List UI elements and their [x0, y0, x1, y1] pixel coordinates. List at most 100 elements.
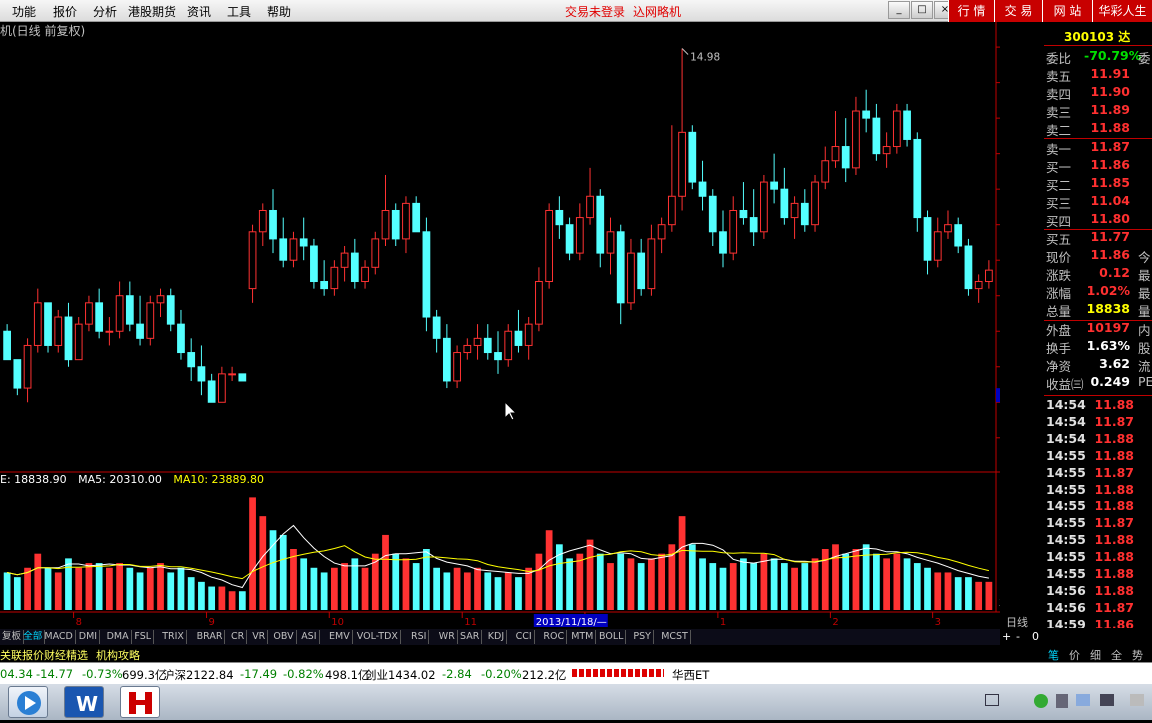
- volume-bar: [259, 516, 267, 610]
- candle-body: [494, 352, 502, 361]
- quote-panel-tab[interactable]: 全: [1111, 647, 1122, 663]
- link-institution[interactable]: 机构攻略: [96, 647, 140, 663]
- indicator-tab[interactable]: MACD: [42, 630, 76, 644]
- volume-bar: [238, 591, 246, 610]
- quote-panel-tab[interactable]: 价: [1069, 647, 1080, 663]
- word-icon[interactable]: W: [64, 686, 104, 718]
- candle-body: [780, 188, 789, 219]
- volume-bar: [474, 567, 481, 610]
- menu-help[interactable]: 帮助: [267, 3, 291, 20]
- indicator-tab[interactable]: CR: [229, 630, 248, 644]
- volume-bar: [750, 563, 758, 610]
- date-tick-label: 11: [464, 617, 477, 628]
- website-notice[interactable]: 込网略机: [633, 3, 681, 20]
- indicator-tab[interactable]: BOLL: [597, 630, 627, 644]
- shield-icon[interactable]: [1056, 694, 1068, 708]
- volume-bar: [136, 572, 144, 610]
- tab-website[interactable]: 网 站: [1042, 0, 1092, 22]
- menu-hk-futures[interactable]: 港股期货: [128, 3, 176, 20]
- stock-app-icon[interactable]: [120, 686, 160, 718]
- indicator-tab[interactable]: BRAR: [195, 630, 226, 644]
- media-player-icon[interactable]: [8, 686, 48, 718]
- quote-panel-tab[interactable]: 势: [1132, 647, 1143, 663]
- ticker-item: 华西ET: [672, 668, 710, 682]
- flag-icon[interactable]: [1130, 694, 1144, 706]
- volume-bar: [729, 563, 737, 610]
- zoom-in-button[interactable]: +: [1002, 630, 1011, 643]
- panel-divider: [1044, 45, 1152, 46]
- menu-tools[interactable]: 工具: [227, 3, 251, 20]
- volume-bar: [198, 581, 205, 610]
- volume-bar: [279, 534, 287, 610]
- menu-news[interactable]: 资讯: [187, 3, 211, 20]
- tab-huacai[interactable]: 华彩人生: [1092, 0, 1152, 22]
- network-icon[interactable]: [1076, 694, 1090, 706]
- indicator-tab[interactable]: MCST: [659, 630, 691, 644]
- panel-divider: [1044, 395, 1152, 396]
- candle-body: [657, 224, 666, 240]
- menu-analysis[interactable]: 分析: [93, 3, 117, 20]
- security-icon[interactable]: [1034, 694, 1048, 708]
- quote-row-value: -70.79%: [1084, 48, 1142, 63]
- volume-bar: [126, 567, 134, 610]
- quote-panel-tab[interactable]: 笔: [1048, 647, 1059, 663]
- candle-body: [136, 323, 144, 339]
- minimize-button[interactable]: _: [888, 1, 910, 19]
- reset-button[interactable]: 0: [1032, 630, 1039, 643]
- ticker-item: -0.82%: [283, 667, 324, 681]
- volume-bar: [811, 558, 819, 610]
- quote-panel-tab[interactable]: 细: [1090, 647, 1101, 663]
- trade-login-status[interactable]: 交易未登录: [565, 3, 625, 20]
- zoom-out-button[interactable]: -: [1016, 630, 1020, 643]
- indicator-tab[interactable]: DMI: [77, 630, 101, 644]
- volume-bar: [3, 572, 11, 610]
- tick-price: 11.87: [1094, 413, 1134, 429]
- indicator-tab[interactable]: KDJ: [486, 630, 508, 644]
- maximize-button[interactable]: □: [911, 1, 933, 19]
- candle-body: [381, 209, 390, 240]
- link-finance-picks[interactable]: 财经精选: [44, 647, 88, 663]
- candle-body: [647, 238, 656, 290]
- indicator-tab[interactable]: OBV: [271, 630, 297, 644]
- volume-bar: [903, 558, 911, 610]
- indicator-tab[interactable]: WR: [437, 630, 458, 644]
- volume-header: E: 18838.90 MA5: 20310.00 MA10: 23889.80: [0, 473, 264, 486]
- indicator-tab[interactable]: MTM: [569, 630, 597, 644]
- quote-row: 买一 11.86: [1046, 157, 1152, 175]
- quote-row-value: 11.87: [1090, 138, 1130, 154]
- candle-body: [85, 302, 93, 325]
- indicator-tab[interactable]: CCI: [514, 630, 535, 644]
- indicator-tab[interactable]: ASI: [299, 630, 320, 644]
- candle-body: [269, 209, 277, 240]
- kline-chart[interactable]: 机(日线 前复权) E: 18838.90 MA5: 20310.00 MA10…: [0, 22, 1000, 628]
- volume-bar: [525, 567, 533, 610]
- volume-icon[interactable]: [1100, 694, 1114, 706]
- quote-row-extra: 最: [1138, 268, 1151, 284]
- quote-row-extra: 流: [1138, 358, 1151, 374]
- indicator-tab[interactable]: RSI: [409, 630, 430, 644]
- indicator-tab[interactable]: TRIX: [160, 630, 187, 644]
- indicator-tab[interactable]: FSL: [132, 630, 155, 644]
- tab-trade[interactable]: 交 易: [994, 0, 1042, 22]
- candle-body: [422, 231, 431, 318]
- indicator-tab[interactable]: VOL-TDX: [355, 630, 401, 644]
- ticker-item: 212.2亿: [522, 668, 567, 682]
- period-label[interactable]: 日线: [1006, 614, 1028, 630]
- tab-market[interactable]: 行 情: [948, 0, 994, 22]
- candle-body: [852, 110, 860, 169]
- indicator-tab[interactable]: VR: [250, 630, 269, 644]
- quote-row-label: 涨幅: [1046, 286, 1072, 302]
- menu-function[interactable]: 功能: [12, 3, 36, 20]
- volume-bar: [187, 577, 195, 610]
- link-related-quotes[interactable]: 关联报价: [0, 647, 44, 663]
- indicator-tab[interactable]: PSY: [631, 630, 654, 644]
- indicator-tab[interactable]: SAR: [458, 630, 483, 644]
- indicator-tab[interactable]: EMV: [327, 630, 353, 644]
- indicator-tab[interactable]: ROC: [541, 630, 568, 644]
- volume-bar: [504, 572, 512, 610]
- menu-quote[interactable]: 报价: [53, 3, 77, 20]
- volume-bar: [678, 516, 686, 610]
- indicator-tab[interactable]: DMA: [105, 630, 132, 644]
- volume-bar: [249, 497, 256, 610]
- keyboard-icon[interactable]: [985, 694, 999, 706]
